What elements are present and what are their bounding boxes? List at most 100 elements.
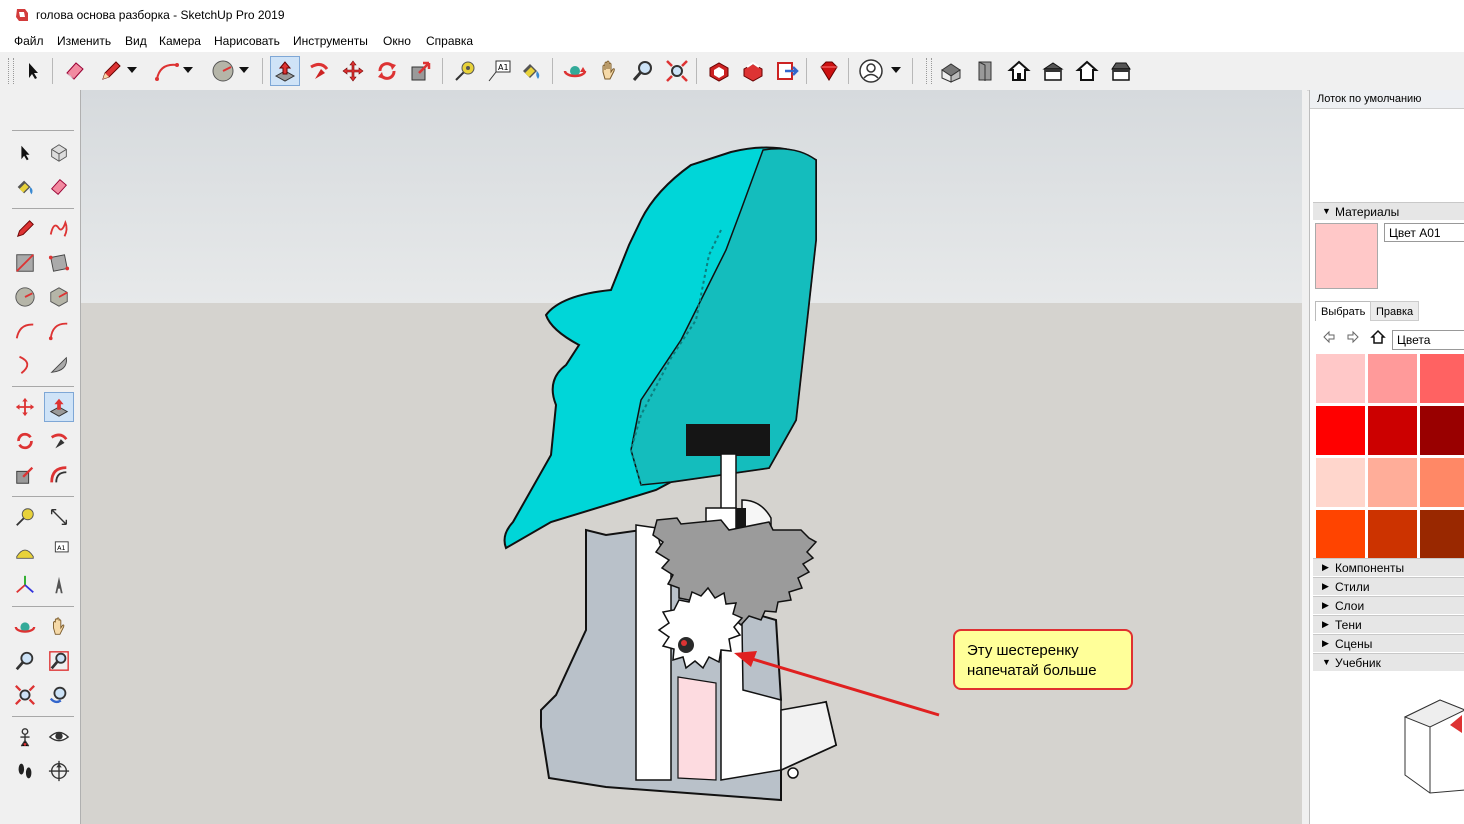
send-to-layout-icon[interactable] — [772, 56, 802, 86]
model-viewport[interactable]: Эту шестеренку напечатай больше — [81, 90, 1307, 824]
material-swatch[interactable] — [1420, 354, 1464, 403]
material-swatch[interactable] — [1316, 510, 1365, 559]
menu-tools[interactable]: Инструменты — [293, 34, 368, 48]
rectangle-icon[interactable] — [10, 248, 40, 278]
tab-edit[interactable]: Правка — [1370, 301, 1420, 321]
select-icon[interactable] — [18, 56, 48, 86]
axes-icon[interactable] — [10, 570, 40, 600]
styles-panel-header[interactable]: ▶ Стили — [1313, 577, 1464, 595]
zoom-window-icon[interactable] — [44, 646, 74, 676]
tape-measure-icon[interactable] — [450, 56, 480, 86]
material-swatch[interactable] — [1368, 458, 1417, 507]
push-pull-icon[interactable] — [270, 56, 300, 86]
walk-icon[interactable] — [10, 756, 40, 786]
material-swatch[interactable] — [1368, 510, 1417, 559]
zoom-extents-icon[interactable] — [662, 56, 692, 86]
zoom-icon[interactable] — [628, 56, 658, 86]
user-account-icon[interactable] — [856, 56, 886, 86]
paint-bucket-icon[interactable] — [10, 172, 40, 202]
material-swatch[interactable] — [1420, 510, 1464, 559]
menu-help[interactable]: Справка — [426, 34, 473, 48]
home-icon[interactable] — [1370, 329, 1386, 345]
materials-panel-header[interactable]: ▼ Материалы — [1313, 202, 1464, 220]
line-dropdown-icon[interactable] — [124, 56, 140, 86]
zoom-icon[interactable] — [10, 646, 40, 676]
offset-icon[interactable] — [44, 460, 74, 490]
tape-measure-icon[interactable] — [10, 502, 40, 532]
3d-warehouse-icon[interactable] — [704, 56, 734, 86]
component-icon[interactable] — [44, 138, 74, 168]
tray-title-bar[interactable]: Лоток по умолчанию — [1310, 90, 1464, 109]
left-view-icon[interactable] — [1106, 56, 1136, 86]
menu-camera[interactable]: Камера — [159, 34, 201, 48]
move-icon[interactable] — [10, 392, 40, 422]
arc-icon[interactable] — [152, 56, 182, 86]
look-around-icon[interactable] — [44, 722, 74, 752]
move-icon[interactable] — [338, 56, 368, 86]
back-arrow-icon[interactable] — [1322, 330, 1336, 344]
select-icon[interactable] — [10, 138, 40, 168]
text-icon[interactable]: A1 — [484, 56, 514, 86]
polygon-icon[interactable] — [44, 282, 74, 312]
scenes-panel-header[interactable]: ▶ Сцены — [1313, 634, 1464, 652]
material-swatch[interactable] — [1368, 354, 1417, 403]
toolbar-grip[interactable] — [8, 58, 14, 84]
menu-view[interactable]: Вид — [125, 34, 147, 48]
previous-view-icon[interactable] — [44, 680, 74, 710]
account-dropdown-icon[interactable] — [888, 56, 904, 86]
toolbar-grip[interactable] — [926, 58, 932, 84]
menu-edit[interactable]: Изменить — [57, 34, 111, 48]
collection-select[interactable]: Цвета — [1392, 330, 1464, 350]
material-swatch[interactable] — [1316, 458, 1365, 507]
section-plane-icon[interactable] — [44, 756, 74, 786]
head-model[interactable] — [503, 146, 818, 550]
follow-me-icon[interactable] — [304, 56, 334, 86]
pan-icon[interactable] — [44, 612, 74, 642]
material-swatch[interactable] — [1368, 406, 1417, 455]
pencil-line-icon[interactable] — [10, 214, 40, 244]
scale-icon[interactable] — [10, 460, 40, 490]
arc-dropdown-icon[interactable] — [180, 56, 196, 86]
text-icon[interactable]: A1 — [44, 536, 74, 566]
iso-view-icon[interactable] — [936, 56, 966, 86]
front-view-icon[interactable] — [970, 56, 1000, 86]
material-swatch[interactable] — [1316, 354, 1365, 403]
rotate-icon[interactable] — [10, 426, 40, 456]
zoom-extents-icon[interactable] — [10, 680, 40, 710]
extension-warehouse-icon[interactable] — [738, 56, 768, 86]
menu-window[interactable]: Окно — [383, 34, 411, 48]
rotated-rectangle-icon[interactable] — [44, 248, 74, 278]
two-point-arc-icon[interactable] — [44, 316, 74, 346]
pie-icon[interactable] — [44, 350, 74, 380]
forward-arrow-icon[interactable] — [1346, 330, 1360, 344]
right-view-icon[interactable] — [1038, 56, 1068, 86]
scale-icon[interactable] — [406, 56, 436, 86]
paint-bucket-icon[interactable] — [516, 56, 546, 86]
material-name-field[interactable]: Цвет A01 — [1384, 223, 1464, 242]
circle-dropdown-icon[interactable] — [236, 56, 252, 86]
menu-draw[interactable]: Нарисовать — [214, 34, 280, 48]
3d-text-icon[interactable] — [44, 570, 74, 600]
current-material-swatch[interactable] — [1315, 223, 1378, 289]
circle-icon[interactable] — [208, 56, 238, 86]
material-swatch[interactable] — [1316, 406, 1365, 455]
instructor-panel-header[interactable]: ▼ Учебник — [1313, 653, 1464, 671]
ruby-console-icon[interactable] — [814, 56, 844, 86]
position-camera-icon[interactable] — [10, 722, 40, 752]
orbit-icon[interactable] — [10, 612, 40, 642]
orbit-icon[interactable] — [560, 56, 590, 86]
material-swatch[interactable] — [1420, 406, 1464, 455]
push-pull-icon[interactable] — [44, 392, 74, 422]
annotation-callout[interactable]: Эту шестеренку напечатай больше — [953, 629, 1133, 690]
arc-icon[interactable] — [10, 316, 40, 346]
back-view-icon[interactable] — [1072, 56, 1102, 86]
circle-icon[interactable] — [10, 282, 40, 312]
shadows-panel-header[interactable]: ▶ Тени — [1313, 615, 1464, 633]
layers-panel-header[interactable]: ▶ Слои — [1313, 596, 1464, 614]
freehand-icon[interactable] — [44, 214, 74, 244]
tab-select[interactable]: Выбрать — [1315, 301, 1372, 321]
protractor-icon[interactable] — [10, 536, 40, 566]
pan-icon[interactable] — [594, 56, 624, 86]
pencil-line-icon[interactable] — [96, 56, 126, 86]
three-point-arc-icon[interactable] — [10, 350, 40, 380]
